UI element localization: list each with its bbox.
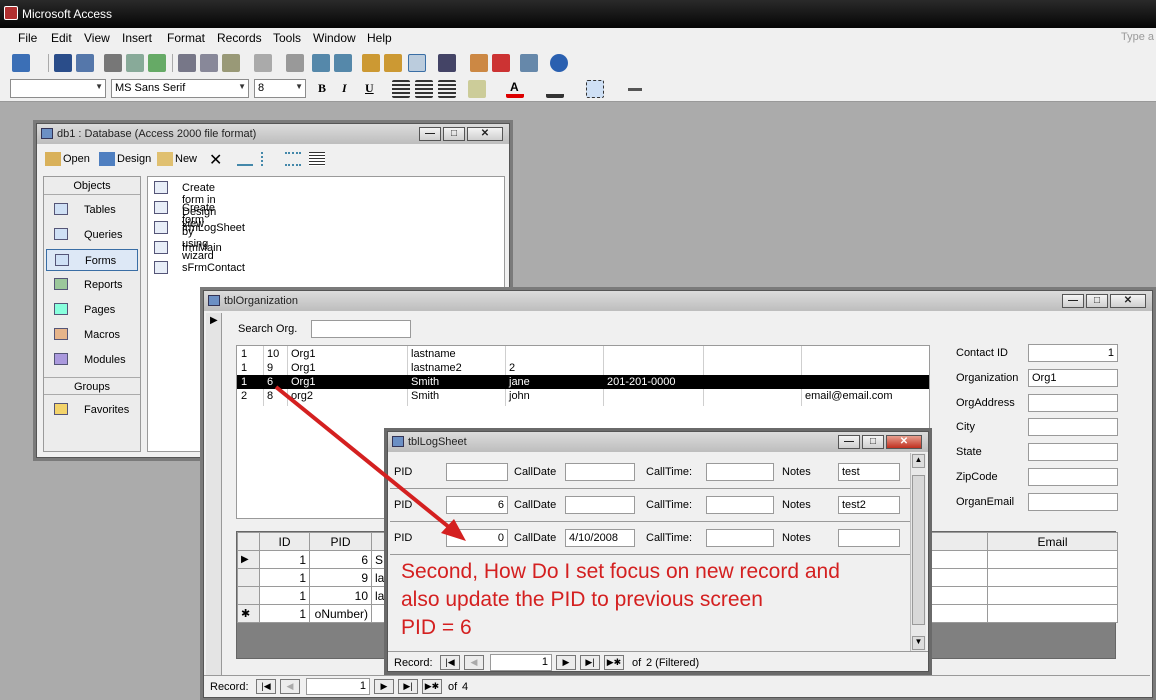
annotation-line-3: PID = 6 — [401, 616, 472, 639]
annotation-line-2: also update the PID to previous screen — [401, 588, 763, 611]
annotation-line-1: Second, How Do I set focus on new record… — [401, 560, 840, 583]
annotation-text: Second, How Do I set focus on new record… — [401, 558, 840, 642]
